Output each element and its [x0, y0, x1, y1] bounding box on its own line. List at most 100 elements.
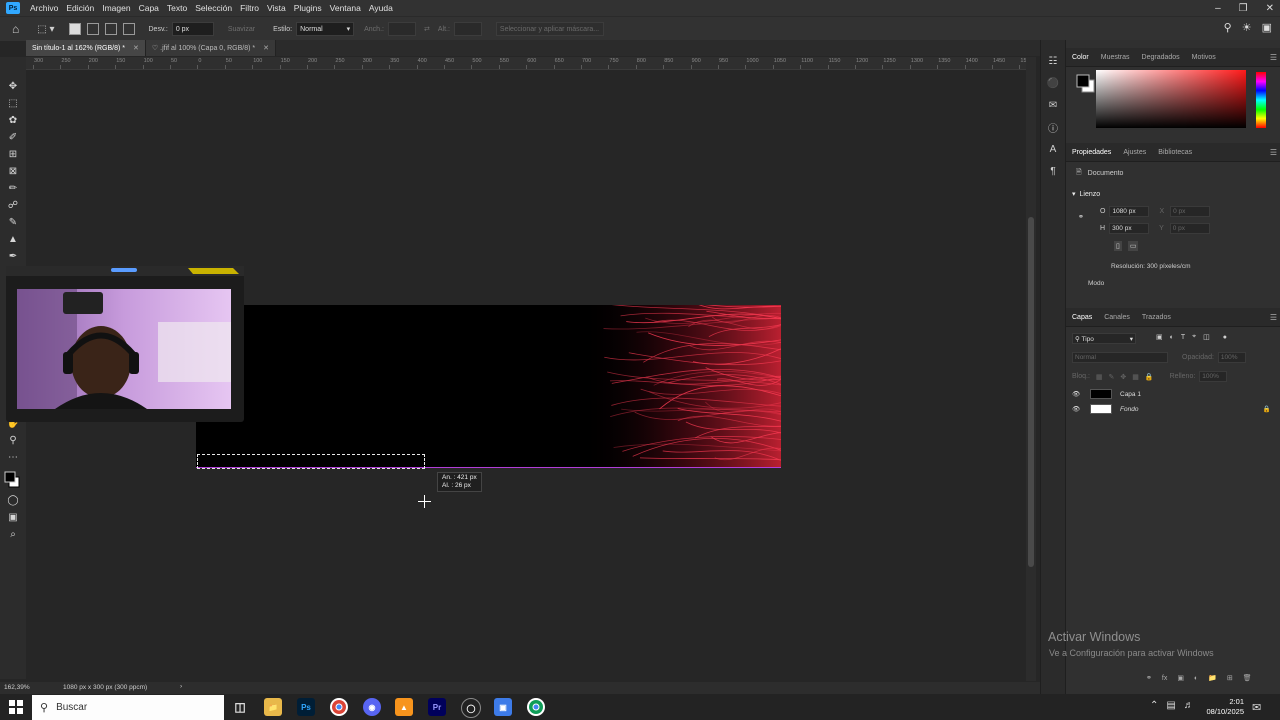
menu-vista[interactable]: Vista	[263, 3, 290, 13]
add-mask-icon[interactable]: ▣	[1177, 674, 1184, 682]
network-icon[interactable]: ▤	[1166, 700, 1175, 711]
notifications-icon[interactable]: ✉	[1252, 701, 1261, 714]
zoom-readout[interactable]: 162,39%	[4, 684, 30, 691]
history-icon[interactable]: ☷	[1041, 50, 1065, 72]
windows-start-icon[interactable]	[8, 699, 24, 715]
canvas-width-input[interactable]: 1080 px	[1109, 206, 1150, 217]
link-dimensions-icon[interactable]: ⚭	[1078, 213, 1084, 221]
image-filter-icon[interactable]: ▣	[1156, 333, 1163, 341]
taskbar-search[interactable]: ⚲ Buscar	[32, 695, 224, 720]
tab-jfif[interactable]: ♡ .jfif al 100% (Capa 0, RGB/8) * ✕	[145, 40, 276, 56]
search-icon[interactable]: ⚲	[1224, 21, 1232, 34]
file-explorer-icon[interactable]: 📁	[264, 698, 282, 716]
menu-ventana[interactable]: Ventana	[326, 3, 365, 13]
menu-ayuda[interactable]: Ayuda	[365, 3, 397, 13]
adjustment-filter-icon[interactable]: ◐	[1170, 334, 1174, 341]
portrait-icon[interactable]: ▯	[1114, 241, 1122, 251]
chrome-profile-icon[interactable]	[527, 698, 545, 716]
fg-bg-color-swatch[interactable]	[1074, 72, 1098, 96]
obs-icon[interactable]: ◯	[461, 698, 481, 718]
photoshop-taskbar-icon[interactable]: Ps	[297, 698, 315, 716]
new-layer-icon[interactable]: ⊞	[1227, 674, 1233, 682]
volume-icon[interactable]: ♬	[1184, 700, 1194, 711]
menu-plugins[interactable]: Plugins	[290, 3, 326, 13]
select-and-mask-button[interactable]: Seleccionar y aplicar máscara...	[495, 22, 604, 36]
lock-icon[interactable]: 🔒	[1263, 405, 1271, 413]
taskbar-clock[interactable]: 2:01 08/10/2025	[1206, 697, 1244, 717]
libraries-icon[interactable]: ⚫	[1041, 72, 1065, 94]
y-input[interactable]: 0 px	[1169, 223, 1210, 234]
crop-icon[interactable]: ⊞	[2, 146, 24, 163]
chrome-icon[interactable]	[330, 698, 348, 716]
minimize-icon[interactable]: –	[1215, 3, 1221, 14]
vertical-scroll-thumb[interactable]	[1028, 217, 1034, 567]
intersect-selection-icon[interactable]	[122, 23, 135, 35]
app-icon[interactable]: ▣	[494, 698, 512, 716]
workspace-icon[interactable]: ▣	[1262, 21, 1272, 34]
paragraph-icon[interactable]: ¶	[1041, 160, 1065, 182]
smart-object-filter-icon[interactable]: ◫	[1203, 333, 1210, 341]
menu-capa[interactable]: Capa	[135, 3, 163, 13]
style-select[interactable]: Normal ▾	[296, 22, 355, 36]
tab-muestras[interactable]: Muestras	[1095, 54, 1136, 61]
screen-mode-icon[interactable]: ▣	[2, 509, 24, 526]
rectangular-marquee-icon[interactable]: ⬚	[2, 95, 24, 112]
quick-selection-icon[interactable]: ✐	[2, 129, 24, 146]
chevron-right-icon[interactable]: ›	[180, 683, 182, 690]
comments-icon[interactable]: ✉	[1041, 94, 1065, 116]
eye-icon[interactable]: 👁	[1072, 390, 1086, 398]
width-input[interactable]	[387, 22, 416, 36]
menu-imagen[interactable]: Imagen	[98, 3, 134, 13]
link-layers-icon[interactable]: ⚭	[1146, 674, 1152, 682]
layer-filter[interactable]: ⚲ Tipo ▾	[1072, 333, 1136, 344]
discover-icon[interactable]: ☀	[1242, 21, 1252, 34]
antialias-checkbox[interactable]: Suavizar	[228, 26, 255, 33]
layer-filter-select[interactable]: ⚲ Tipo ▾	[1072, 333, 1136, 344]
tab-capas[interactable]: Capas	[1066, 314, 1098, 321]
color-picker-field[interactable]	[1096, 70, 1246, 128]
type-filter-icon[interactable]: T	[1181, 334, 1185, 341]
info-icon[interactable]: ⓘ	[1041, 116, 1065, 138]
tab-propiedades[interactable]: Propiedades	[1066, 149, 1117, 156]
premiere-taskbar-icon[interactable]: Pr	[428, 698, 446, 716]
healing-brush-icon[interactable]: ☍	[2, 197, 24, 214]
edit-toolbar-icon[interactable]: ⌕	[2, 526, 24, 543]
feather-input[interactable]: 0 px	[171, 22, 214, 36]
blend-mode-select[interactable]: Normal	[1072, 352, 1168, 363]
filter-toggle-icon[interactable]: ●	[1223, 334, 1227, 341]
brush-icon[interactable]: ✎	[2, 214, 24, 231]
tab-bibliotecas[interactable]: Bibliotecas	[1152, 149, 1198, 156]
eyedropper-icon[interactable]: ✏	[2, 180, 24, 197]
delete-layer-icon[interactable]: 🗑	[1243, 674, 1252, 682]
x-input[interactable]: 0 px	[1170, 206, 1211, 217]
panel-menu-icon[interactable]: ☰	[1270, 313, 1277, 322]
panel-menu-icon[interactable]: ☰	[1270, 148, 1277, 157]
color-swatches-icon[interactable]	[2, 466, 24, 492]
group-icon[interactable]: 📁	[1208, 674, 1217, 682]
close-icon[interactable]: ✕	[133, 44, 139, 52]
fx-icon[interactable]: fx	[1162, 675, 1167, 682]
document-canvas[interactable]	[196, 305, 781, 468]
menu-texto[interactable]: Texto	[163, 3, 191, 13]
home-icon[interactable]: ⌂	[12, 22, 19, 36]
close-icon[interactable]: ✕	[1266, 3, 1274, 14]
lock-icons[interactable]: ▦✎✥▦🔒	[1096, 373, 1160, 381]
canvas-height-input[interactable]: 300 px	[1109, 223, 1150, 234]
restore-icon[interactable]: ❐	[1239, 3, 1248, 14]
frame-icon[interactable]: ⊠	[2, 163, 24, 180]
canvas-section-header[interactable]: ▾ Lienzo	[1072, 190, 1100, 199]
character-icon[interactable]: A	[1041, 138, 1065, 160]
adjustment-layer-icon[interactable]: ◐	[1194, 675, 1198, 682]
clone-stamp-icon[interactable]: ▲	[2, 231, 24, 248]
panel-menu-icon[interactable]: ☰	[1270, 53, 1277, 62]
layer-name[interactable]: Capa 1	[1120, 391, 1141, 398]
shape-filter-icon[interactable]: ⌖	[1192, 333, 1196, 341]
move-tool-icon[interactable]: ✥	[2, 78, 24, 95]
discord-icon[interactable]: ◉	[363, 698, 381, 716]
new-selection-icon[interactable]	[68, 23, 81, 35]
lasso-icon[interactable]: ✿	[2, 112, 24, 129]
landscape-icon[interactable]: ▭	[1127, 241, 1139, 251]
menu-seleccion[interactable]: Selección	[191, 3, 236, 13]
task-view-icon[interactable]: ◫	[231, 698, 249, 716]
more-tools-icon[interactable]: ⋯	[2, 449, 24, 466]
